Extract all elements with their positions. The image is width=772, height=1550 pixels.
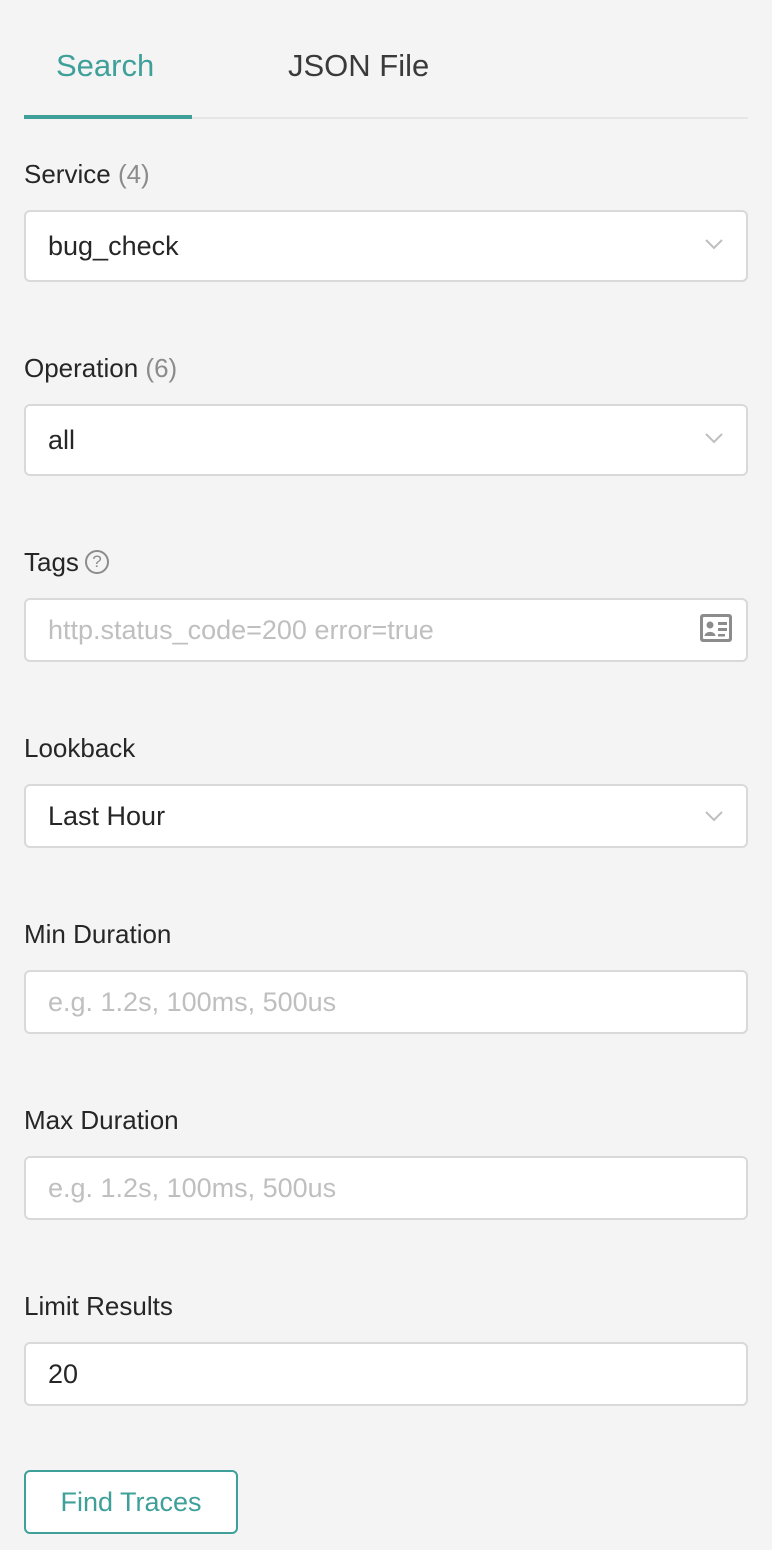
tab-json-file[interactable]: JSON File	[288, 44, 429, 88]
operation-count: (6)	[145, 353, 178, 383]
question-circle-icon[interactable]: ?	[84, 550, 109, 575]
min-duration-input[interactable]	[24, 970, 748, 1034]
tags-input[interactable]	[24, 598, 748, 662]
tags-field-wrapper	[24, 598, 748, 662]
lookback-label: Lookback	[24, 733, 136, 763]
service-label-text: Service	[24, 159, 111, 189]
service-select[interactable]: bug_check	[24, 210, 748, 282]
service-select-value: bug_check	[48, 231, 179, 261]
search-panel: Search JSON File Service (4) bug_check O…	[0, 0, 772, 1550]
service-label: Service (4)	[24, 156, 150, 192]
operation-select[interactable]: all	[24, 404, 748, 476]
min-duration-label: Min Duration	[24, 919, 172, 949]
tab-bar: Search JSON File	[24, 0, 748, 119]
operation-select-value: all	[48, 425, 76, 455]
lookback-select[interactable]: Last Hour	[24, 784, 748, 848]
service-count: (4)	[117, 159, 150, 189]
lookback-select-value: Last Hour	[48, 801, 166, 831]
limit-results-input[interactable]	[24, 1342, 748, 1406]
chevron-down-icon	[705, 811, 723, 822]
max-duration-label: Max Duration	[24, 1105, 179, 1135]
operation-label-text: Operation	[24, 353, 139, 383]
chevron-down-icon	[705, 433, 723, 444]
tab-search[interactable]: Search	[56, 44, 154, 88]
tags-label: Tags?	[24, 544, 109, 580]
id-card-icon[interactable]	[700, 614, 732, 642]
find-traces-button[interactable]: Find Traces	[24, 1470, 238, 1534]
active-tab-indicator	[24, 115, 192, 119]
operation-label: Operation (6)	[24, 350, 177, 386]
tags-label-text: Tags	[24, 547, 79, 577]
max-duration-input[interactable]	[24, 1156, 748, 1220]
chevron-down-icon	[705, 239, 723, 250]
limit-results-label: Limit Results	[24, 1291, 173, 1321]
